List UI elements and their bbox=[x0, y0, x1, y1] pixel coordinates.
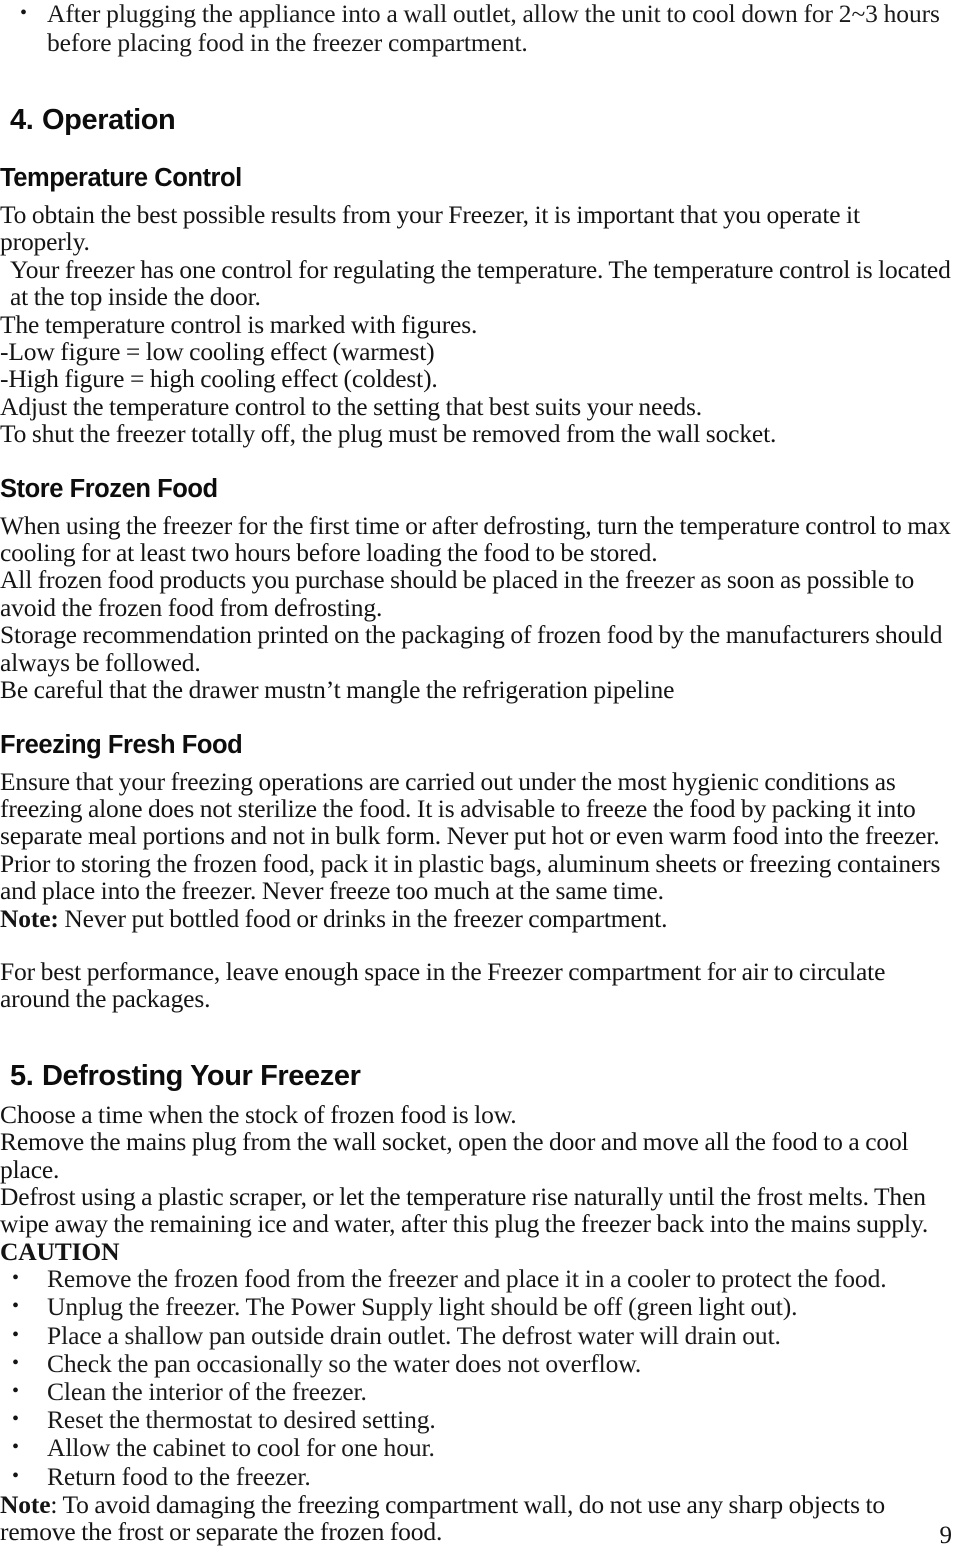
bullet-icon: • bbox=[12, 1351, 20, 1374]
list-item-text: Check the pan occasionally so the water … bbox=[47, 1348, 642, 1378]
list-item-text: Reset the thermostat to desired setting. bbox=[47, 1405, 436, 1435]
note-text: : To avoid damaging the freezing compart… bbox=[0, 1489, 885, 1547]
list-item: • Place a shallow pan outside drain outl… bbox=[0, 1320, 956, 1350]
list-item: • Check the pan occasionally so the wate… bbox=[0, 1348, 956, 1378]
list-item-text: Clean the interior of the freezer. bbox=[47, 1377, 367, 1406]
paragraph: Your freezer has one control for regulat… bbox=[10, 254, 951, 312]
note-label: Note bbox=[0, 1489, 51, 1519]
paragraph: All frozen food products you purchase sh… bbox=[0, 565, 915, 622]
note-label: Note: bbox=[0, 903, 59, 933]
bullet-icon: • bbox=[20, 2, 28, 24]
bullet-icon: • bbox=[12, 1267, 20, 1290]
list-item: • After plugging the appliance into a wa… bbox=[0, 0, 956, 57]
paragraph: Remove the mains plug from the wall sock… bbox=[0, 1127, 909, 1184]
bullet-icon: • bbox=[12, 1464, 20, 1487]
document-page: • After plugging the appliance into a wa… bbox=[0, 0, 960, 1554]
section-number: 5. bbox=[10, 1059, 34, 1092]
paragraph: -Low figure = low cooling effect (warmes… bbox=[0, 337, 435, 367]
bullet-icon: • bbox=[12, 1436, 20, 1459]
list-item: • Remove the frozen food from the freeze… bbox=[0, 1264, 956, 1294]
list-item: • Reset the thermostat to desired settin… bbox=[0, 1406, 956, 1434]
freezing-fresh-food-body: Ensure that your freezing operations are… bbox=[0, 766, 956, 1014]
paragraph: When using the freezer for the first tim… bbox=[0, 510, 951, 568]
list-item: • Return food to the freezer. bbox=[0, 1461, 956, 1491]
caution-list: • Remove the frozen food from the freeze… bbox=[0, 1264, 956, 1491]
list-item: • Clean the interior of the freezer. bbox=[0, 1377, 956, 1406]
section-title: Defrosting Your Freezer bbox=[42, 1059, 361, 1092]
subheading-store-frozen-food: Store Frozen Food bbox=[0, 474, 218, 503]
subheading-freezing-fresh-food: Freezing Fresh Food bbox=[0, 730, 243, 759]
subheading-temperature-control: Temperature Control bbox=[0, 164, 242, 192]
paragraph: Defrost using a plastic scraper, or let … bbox=[0, 1181, 929, 1239]
bullet-icon: • bbox=[12, 1408, 20, 1431]
section-heading-defrosting: 5. Defrosting Your Freezer bbox=[0, 1059, 956, 1093]
paragraph: For best performance, leave enough space… bbox=[0, 956, 886, 1014]
list-item-text: Return food to the freezer. bbox=[47, 1461, 311, 1491]
paragraph: Storage recommendation printed on the pa… bbox=[0, 620, 943, 677]
list-item-text: Unplug the freezer. The Power Supply lig… bbox=[47, 1292, 798, 1322]
list-item-text: After plugging the appliance into a wall… bbox=[47, 0, 940, 57]
paragraph: To shut the freezer totally off, the plu… bbox=[0, 419, 777, 449]
section-title: Operation bbox=[42, 104, 176, 136]
caution-label: CAUTION bbox=[0, 1236, 120, 1266]
paragraph: Ensure that your freezing operations are… bbox=[0, 766, 941, 906]
paragraph: Choose a time when the stock of frozen f… bbox=[0, 1099, 517, 1129]
page-number: 9 bbox=[939, 1522, 953, 1549]
temperature-control-body: To obtain the best possible results from… bbox=[0, 201, 956, 448]
store-frozen-food-body: When using the freezer for the first tim… bbox=[0, 512, 956, 704]
section-heading-operation: 4. Operation bbox=[0, 103, 956, 137]
paragraph: The temperature control is marked with f… bbox=[0, 309, 478, 339]
section-number: 4. bbox=[10, 104, 34, 136]
paragraph: -High figure = high cooling effect (cold… bbox=[0, 364, 438, 394]
note-text: Never put bottled food or drinks in the … bbox=[58, 903, 668, 933]
paragraph: Adjust the temperature control to the se… bbox=[0, 391, 702, 421]
note-line: Note: To avoid damaging the freezing com… bbox=[0, 1491, 956, 1546]
list-item: • Unplug the freezer. The Power Supply l… bbox=[0, 1293, 956, 1321]
list-item-text: Remove the frozen food from the freezer … bbox=[47, 1264, 887, 1294]
bullet-icon: • bbox=[12, 1323, 20, 1346]
defrosting-body: Choose a time when the stock of frozen f… bbox=[0, 1099, 956, 1266]
bullet-icon: • bbox=[12, 1380, 20, 1402]
list-item-text: Place a shallow pan outside drain outlet… bbox=[47, 1320, 781, 1350]
paragraph: Be careful that the drawer mustn’t mangl… bbox=[0, 675, 675, 705]
list-item-text: Allow the cabinet to cool for one hour. bbox=[47, 1433, 435, 1463]
note-line: Note: Never put bottled food or drinks i… bbox=[0, 903, 954, 933]
bullet-icon: • bbox=[12, 1295, 20, 1318]
list-item: • Allow the cabinet to cool for one hour… bbox=[0, 1434, 956, 1462]
paragraph: To obtain the best possible results from… bbox=[0, 200, 860, 257]
